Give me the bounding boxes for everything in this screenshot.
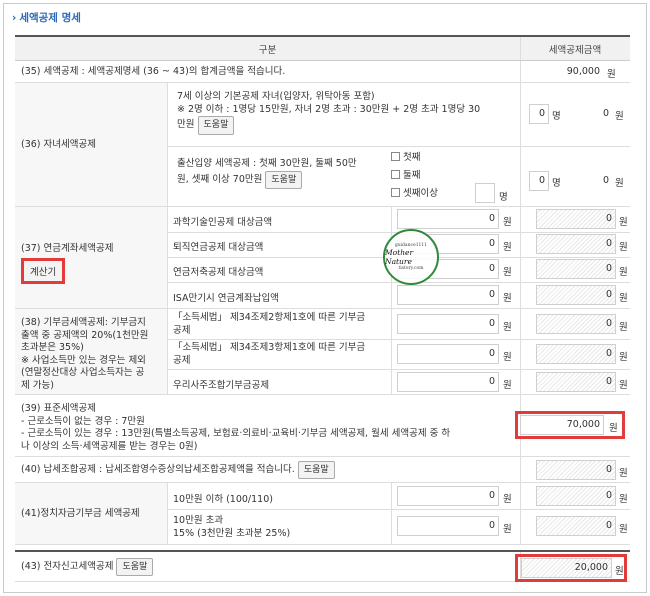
- donation-item-34-2: 「소득세법」 제34조제2항제1호에 따른 기부금 공제: [173, 312, 366, 336]
- tax-union-credit: 0: [536, 460, 616, 480]
- row-43-label: (43) 전자신고세액공제 도움말: [15, 552, 520, 581]
- political-under-credit: 0: [536, 486, 616, 506]
- child-credit-amount: 0: [603, 108, 610, 119]
- row-40-label: (40) 납세조합공제 : 납세조합영수증상의납세조합공제액을 적습니다. 도움…: [15, 457, 520, 482]
- pension-science-credit: 0: [536, 209, 616, 229]
- watermark-seal: guidance1111 Mother Nature tistory.com: [383, 229, 439, 285]
- help-button[interactable]: 도움말: [116, 557, 154, 576]
- row-40: (40) 납세조합공제 : 납세조합영수증상의납세조합공제액을 적습니다. 도움…: [15, 457, 630, 483]
- tax-credit-table: 구분 세액공제금액 (35) 세액공제 : 세액공제명세 (36 ~ 43)의 …: [15, 35, 630, 582]
- option-third-plus[interactable]: 셋째이상: [391, 185, 516, 203]
- checkbox[interactable]: [391, 188, 400, 197]
- row-36: (36) 자녀세액공제 7세 이상의 기본공제 자녀(입양자, 위탁아동 포함)…: [15, 83, 630, 207]
- political-over-credit: 0: [536, 516, 616, 536]
- help-button[interactable]: 도움말: [265, 170, 303, 189]
- standard-credit-amount[interactable]: 70,000: [520, 415, 604, 435]
- pension-item-isa: ISA만기시 연금계좌납입액: [173, 293, 279, 304]
- option-second[interactable]: 둘째: [391, 167, 516, 185]
- row-38: (38) 기부금세액공제: 기부금지 출액 중 공제액의 20%(1천만원 초과…: [15, 309, 630, 395]
- pension-science-input[interactable]: 0: [397, 209, 499, 229]
- pension-savings-credit: 0: [536, 259, 616, 279]
- header-credit-amount: 세액공제금액: [548, 44, 602, 56]
- checkbox[interactable]: [391, 170, 400, 179]
- child-count-input[interactable]: 0: [529, 104, 549, 124]
- row-38-label: (38) 기부금세액공제: 기부금지 출액 중 공제액의 20%(1천만원 초과…: [21, 317, 149, 391]
- unit-won: 원: [607, 69, 616, 80]
- donation-esop-input[interactable]: 0: [397, 372, 499, 392]
- row-37: (37) 연금계좌세액공제 계산기 과학기술인공제 대상금액 0 원 0 원 퇴…: [15, 207, 630, 309]
- donation-item-34-3: 「소득세법」 제34조제3항제1호에 따른 기부금 공제: [173, 342, 366, 366]
- pension-item-science: 과학기술인공제 대상금액: [173, 217, 273, 228]
- donation-34-2-input[interactable]: 0: [397, 314, 499, 334]
- pension-retirement-credit: 0: [536, 234, 616, 254]
- calculator-button[interactable]: 계산기: [21, 258, 66, 284]
- birth-order-options: 첫째 둘째 셋째이상: [391, 149, 516, 203]
- donation-34-3-input[interactable]: 0: [397, 344, 499, 364]
- pension-isa-input[interactable]: 0: [397, 285, 499, 305]
- option-first[interactable]: 첫째: [391, 149, 516, 167]
- birth-credit-amount: 0: [603, 175, 610, 186]
- header-category: 구분: [258, 44, 277, 56]
- political-item-under-100k: 10만원 이하 (100/110): [173, 494, 273, 505]
- table-header: 구분 세액공제금액: [15, 37, 630, 61]
- help-button[interactable]: 도움말: [197, 116, 235, 135]
- row-35: (35) 세액공제 : 세액공제명세 (36 ~ 43)의 합계금액을 적습니다…: [15, 61, 630, 83]
- political-item-over-100k: 10만원 초과 15% (3천만원 초과분 25%): [173, 515, 291, 539]
- donation-34-2-credit: 0: [536, 314, 616, 334]
- child-credit-desc: 7세 이상의 기본공제 자녀(입양자, 위탁아동 포함) ※ 2명 이하 : 1…: [171, 91, 516, 135]
- row-41: (41)정치자금기부금 세액공제 10만원 이하 (100/110) 0 원 0…: [15, 483, 630, 545]
- row-35-label: (35) 세액공제 : 세액공제명세 (36 ~ 43)의 합계금액을 적습니다…: [21, 65, 286, 77]
- help-button[interactable]: 도움말: [297, 460, 335, 479]
- e-filing-credit-amount: 20,000: [521, 558, 612, 578]
- row-39-label: (39) 표준세액공제 - 근로소득이 없는 경우 : 7만원 - 근로소득이 …: [21, 403, 451, 452]
- political-over-input[interactable]: 0: [397, 516, 499, 536]
- checkbox[interactable]: [391, 152, 400, 161]
- pension-isa-credit: 0: [536, 285, 616, 305]
- birth-credit-desc: 출산입양 세액공제 : 첫째 30만원, 둘째 50만 원, 셋째 이상 70만…: [171, 158, 386, 189]
- row-43: (43) 전자신고세액공제 도움말 20,000 원: [15, 550, 630, 582]
- donation-34-3-credit: 0: [536, 344, 616, 364]
- third-plus-count-input[interactable]: [475, 183, 495, 203]
- row-35-amount: 90,000: [566, 66, 600, 77]
- political-under-input[interactable]: 0: [397, 486, 499, 506]
- pension-item-savings: 연금저축공제 대상금액: [173, 267, 264, 278]
- birth-count-input[interactable]: 0: [529, 171, 549, 191]
- chevron-right-icon: ›: [12, 12, 17, 24]
- pension-item-retirement: 퇴직연금공제 대상금액: [173, 242, 264, 253]
- row-39: (39) 표준세액공제 - 근로소득이 없는 경우 : 7만원 - 근로소득이 …: [15, 395, 630, 457]
- donation-item-esop: 우리사주조합기부금공제: [173, 380, 270, 391]
- section-title: › 세액공제 명세: [12, 12, 81, 24]
- donation-esop-credit: 0: [536, 372, 616, 392]
- row-37-label: (37) 연금계좌세액공제: [21, 243, 114, 254]
- row-36-label: (36) 자녀세액공제: [15, 83, 167, 206]
- row-41-label: (41)정치자금기부금 세액공제: [15, 483, 167, 544]
